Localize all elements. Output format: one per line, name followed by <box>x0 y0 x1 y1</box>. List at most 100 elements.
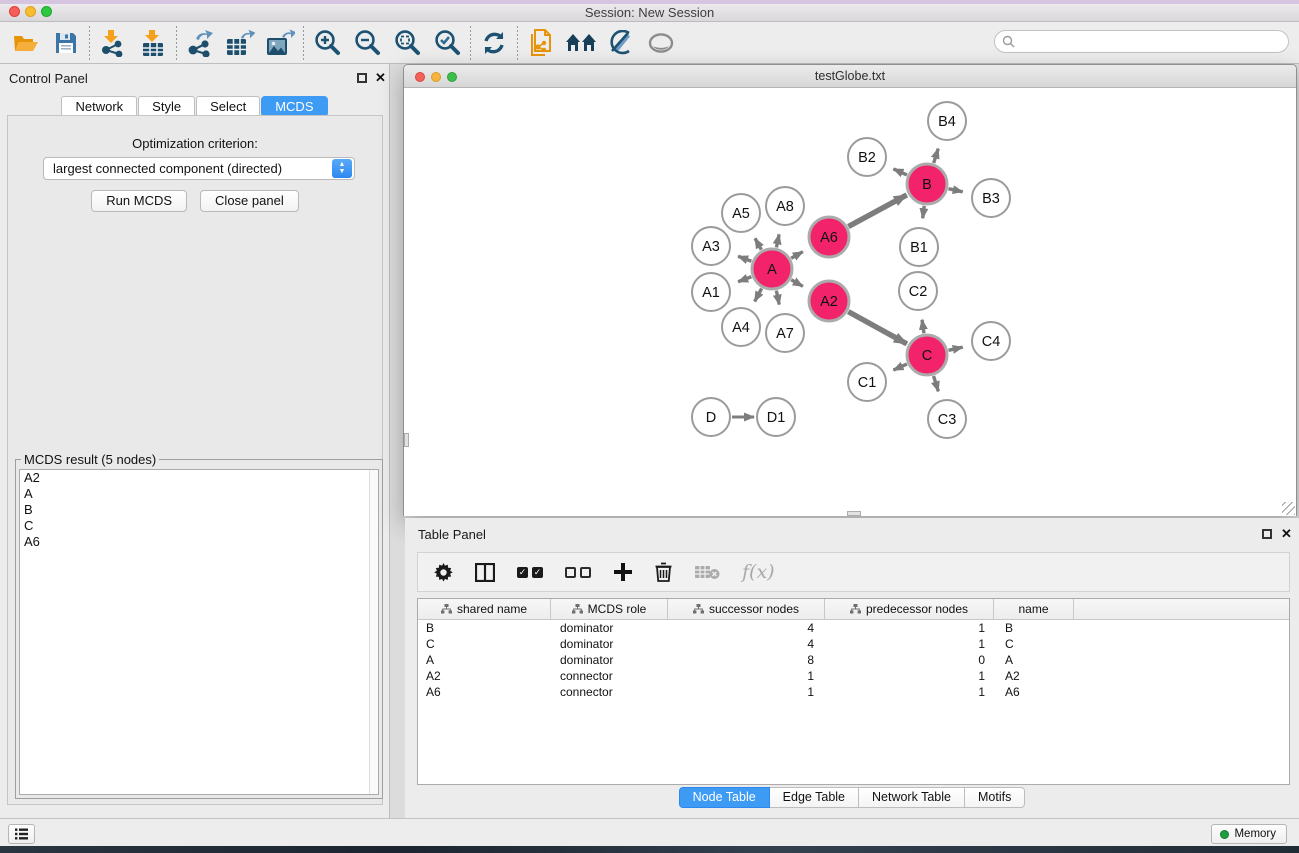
table-tab-motifs[interactable]: Motifs <box>965 787 1025 808</box>
tab-style[interactable]: Style <box>138 96 195 117</box>
tab-select[interactable]: Select <box>196 96 260 117</box>
edge-A-A2[interactable] <box>791 280 803 287</box>
delete-table-button[interactable] <box>694 564 720 580</box>
table-row[interactable]: Adominator80A <box>418 652 1289 668</box>
table-cell[interactable]: 1 <box>668 668 825 684</box>
home-button[interactable] <box>561 25 601 61</box>
tab-network[interactable]: Network <box>61 96 137 117</box>
edge-C-C3[interactable] <box>934 376 939 391</box>
select-all-columns-button[interactable]: ✓ ✓ <box>517 567 543 578</box>
table-cell[interactable]: dominator <box>551 620 668 636</box>
zoom-selected-button[interactable] <box>427 25 467 61</box>
search-input[interactable] <box>1015 33 1288 51</box>
edge-A-A4[interactable] <box>755 288 762 301</box>
criterion-dropdown[interactable]: largest connected component (directed) ▲… <box>43 157 355 180</box>
edge-A-A3[interactable] <box>738 256 751 261</box>
close-panel-button[interactable]: Close panel <box>200 190 299 212</box>
result-list-scrollbar[interactable] <box>369 470 378 794</box>
column-header-predecessor-nodes[interactable]: predecessor nodes <box>825 599 994 619</box>
zoom-in-button[interactable] <box>307 25 347 61</box>
edge-B-B4[interactable] <box>934 149 939 163</box>
split-view-button[interactable] <box>475 563 495 582</box>
network-resize-grip[interactable] <box>1282 502 1295 515</box>
add-column-button[interactable] <box>613 562 633 582</box>
import-network-button[interactable] <box>93 25 133 61</box>
network-graph[interactable]: B4B2BB3A8A5A6A3B1AA1C2A2A4A7C4CC1DD1C3 <box>404 88 1296 516</box>
network-horizontal-scroll-thumb[interactable] <box>847 511 861 516</box>
mcds-result-list[interactable]: A2ABCA6 <box>19 469 379 795</box>
table-cell[interactable]: 1 <box>825 684 994 700</box>
edge-A-A1[interactable] <box>738 277 751 282</box>
mcds-result-item[interactable]: A2 <box>20 470 378 486</box>
refresh-layout-button[interactable] <box>474 25 514 61</box>
network-from-file-button[interactable] <box>521 25 561 61</box>
run-mcds-button[interactable]: Run MCDS <box>91 190 187 212</box>
column-header-name[interactable]: name <box>994 599 1074 619</box>
show-hide-panel-button[interactable] <box>641 25 681 61</box>
mcds-result-item[interactable]: A <box>20 486 378 502</box>
network-vertical-scroll-thumb[interactable] <box>404 433 409 447</box>
memory-button[interactable]: Memory <box>1211 824 1287 844</box>
mcds-result-item[interactable]: B <box>20 502 378 518</box>
table-cell[interactable]: A2 <box>994 668 1074 684</box>
import-table-button[interactable] <box>133 25 173 61</box>
edge-A-A7[interactable] <box>776 291 779 305</box>
edge-B-B3[interactable] <box>948 189 962 192</box>
table-cell[interactable]: B <box>418 620 551 636</box>
edge-A-A6[interactable] <box>791 252 803 259</box>
table-cell[interactable]: dominator <box>551 652 668 668</box>
close-panel-icon[interactable]: ✕ <box>1281 526 1292 542</box>
edge-B-B2[interactable] <box>893 169 906 175</box>
table-cell[interactable]: dominator <box>551 636 668 652</box>
table-cell[interactable]: A6 <box>994 684 1074 700</box>
edge-C-C1[interactable] <box>893 364 906 370</box>
mcds-result-item[interactable]: A6 <box>20 534 378 550</box>
table-cell[interactable]: 1 <box>825 636 994 652</box>
open-session-button[interactable] <box>6 25 46 61</box>
table-cell[interactable]: C <box>418 636 551 652</box>
float-panel-icon[interactable] <box>357 73 367 83</box>
table-cell[interactable]: C <box>994 636 1074 652</box>
table-cell[interactable]: 4 <box>668 620 825 636</box>
network-canvas[interactable]: B4B2BB3A8A5A6A3B1AA1C2A2A4A7C4CC1DD1C3 <box>404 88 1296 516</box>
column-header-shared-name[interactable]: shared name <box>418 599 551 619</box>
table-cell[interactable]: A <box>994 652 1074 668</box>
table-cell[interactable]: 1 <box>825 620 994 636</box>
table-cell[interactable]: 1 <box>825 668 994 684</box>
table-cell[interactable]: 4 <box>668 636 825 652</box>
table-cell[interactable]: B <box>994 620 1074 636</box>
table-cell[interactable]: 1 <box>668 684 825 700</box>
edge-A6-B[interactable] <box>848 195 906 227</box>
table-cell[interactable]: connector <box>551 684 668 700</box>
table-cell[interactable]: connector <box>551 668 668 684</box>
column-header-MCDS-role[interactable]: MCDS role <box>551 599 668 619</box>
table-cell[interactable]: A <box>418 652 551 668</box>
search-field[interactable] <box>994 30 1289 53</box>
export-table-button[interactable] <box>220 25 260 61</box>
edge-A-A5[interactable] <box>755 238 761 249</box>
edge-A2-C[interactable] <box>848 312 907 344</box>
table-row[interactable]: A6connector11A6 <box>418 684 1289 700</box>
table-tab-node-table[interactable]: Node Table <box>679 787 770 808</box>
table-row[interactable]: A2connector11A2 <box>418 668 1289 684</box>
save-session-button[interactable] <box>46 25 86 61</box>
table-settings-button[interactable] <box>434 563 453 582</box>
table-cell[interactable]: 8 <box>668 652 825 668</box>
edge-C-C2[interactable] <box>922 320 924 333</box>
table-tab-edge-table[interactable]: Edge Table <box>770 787 859 808</box>
edge-B-B1[interactable] <box>923 206 925 218</box>
zoom-fit-button[interactable] <box>387 25 427 61</box>
function-builder-button[interactable]: f(x) <box>742 561 775 583</box>
unselect-all-columns-button[interactable] <box>565 567 591 578</box>
zoom-out-button[interactable] <box>347 25 387 61</box>
table-cell[interactable]: A6 <box>418 684 551 700</box>
hide-graphics-details-button[interactable] <box>601 25 641 61</box>
delete-columns-button[interactable] <box>655 562 672 582</box>
table-cell[interactable]: A2 <box>418 668 551 684</box>
network-window-titlebar[interactable]: testGlobe.txt <box>404 65 1296 88</box>
export-network-button[interactable] <box>180 25 220 61</box>
table-row[interactable]: Bdominator41B <box>418 620 1289 636</box>
tab-mcds[interactable]: MCDS <box>261 96 327 117</box>
edge-A-A8[interactable] <box>776 234 779 247</box>
edge-C-C4[interactable] <box>948 347 962 350</box>
